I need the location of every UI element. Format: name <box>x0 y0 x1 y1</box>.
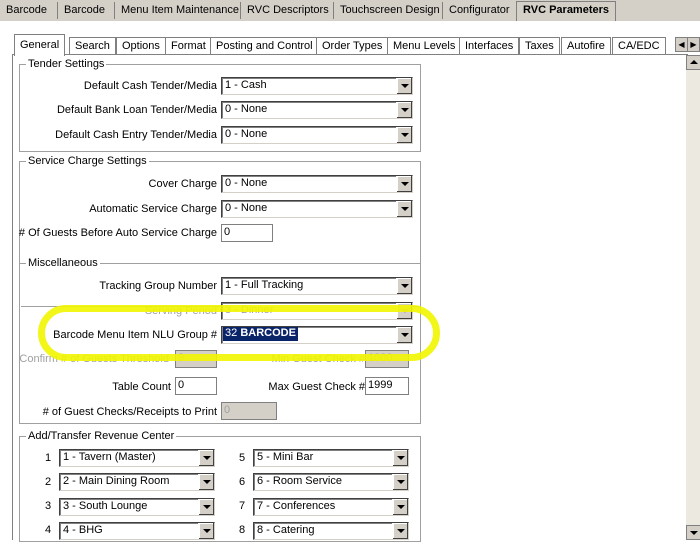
rvc-select-1[interactable]: 1 - Tavern (Master) <box>59 449 215 467</box>
rvc-value-1: 1 - Tavern (Master) <box>63 451 156 463</box>
top-tab-configurator[interactable]: Configurator <box>442 2 516 19</box>
top-tab-barcode-2[interactable]: Barcode <box>57 2 111 19</box>
guests-before-value: 0 <box>224 226 231 238</box>
rvc-select-8[interactable]: 8 - Catering <box>253 522 409 540</box>
rvc-num-2: 2 <box>45 476 52 488</box>
auto-service-value: 0 - None <box>225 202 268 214</box>
tab-ca-edc[interactable]: CA/EDC <box>612 37 666 55</box>
dropdown-arrow-icon[interactable] <box>396 176 412 192</box>
top-tab-barcode-1[interactable]: Barcode <box>0 2 53 19</box>
dropdown-arrow-icon[interactable] <box>396 78 412 94</box>
tab-interfaces[interactable]: Interfaces <box>459 37 520 55</box>
rvc-value-8: 8 - Catering <box>257 524 315 536</box>
cover-charge-value: 0 - None <box>225 177 268 189</box>
table-count-value: 0 <box>178 379 185 391</box>
tab-general[interactable]: General <box>14 34 66 56</box>
vertical-scrollbar[interactable] <box>686 55 700 540</box>
tracking-group-select[interactable]: 1 - Full Tracking <box>221 277 413 295</box>
tab-posting-and-control[interactable]: Posting and Control <box>210 37 319 55</box>
tender-settings-legend: Tender Settings <box>28 58 105 70</box>
cover-charge-label: Cover Charge <box>148 178 217 190</box>
receipts-value: 0 <box>224 404 231 416</box>
max-check-value: 1999 <box>368 379 393 391</box>
table-count-label: Table Count <box>112 381 171 393</box>
sub-tab-bar: General Search Options Format Posting an… <box>0 21 700 56</box>
cash-entry-value: 0 - None <box>225 128 268 140</box>
cash-entry-select[interactable]: 0 - None <box>221 126 413 144</box>
dropdown-arrow-icon[interactable] <box>392 523 408 539</box>
rvc-num-5: 5 <box>239 452 246 464</box>
transfer-legend: Add/Transfer Revenue Center <box>28 430 175 442</box>
rvc-value-3: 3 - South Lounge <box>63 500 148 512</box>
rvc-value-7: 7 - Conferences <box>257 500 336 512</box>
scroll-down-icon[interactable] <box>686 525 700 540</box>
rvc-value-4: 4 - BHG <box>63 524 103 536</box>
table-count-input[interactable]: 0 <box>175 377 217 395</box>
top-tab-rvc-descriptors[interactable]: RVC Descriptors <box>240 2 335 19</box>
tab-autofire[interactable]: Autofire <box>561 37 611 55</box>
miscellaneous-legend: Miscellaneous <box>28 257 98 269</box>
rvc-num-4: 4 <box>45 524 52 536</box>
tab-search[interactable]: Search <box>69 37 116 55</box>
top-tab-bar: Barcode Barcode Menu Item Maintenance RV… <box>0 0 700 22</box>
tab-format[interactable]: Format <box>165 37 212 55</box>
rvc-select-2[interactable]: 2 - Main Dining Room <box>59 473 215 491</box>
dropdown-arrow-icon[interactable] <box>198 450 214 466</box>
highlight-annotation <box>38 305 440 361</box>
dropdown-arrow-icon[interactable] <box>396 127 412 143</box>
auto-service-label: Automatic Service Charge <box>89 203 217 215</box>
default-cash-select[interactable]: 1 - Cash <box>221 77 413 95</box>
service-charge-legend: Service Charge Settings <box>28 155 147 167</box>
guests-before-label: # Of Guests Before Auto Service Charge <box>18 227 217 239</box>
rvc-select-5[interactable]: 5 - Mini Bar <box>253 449 409 467</box>
max-check-input[interactable]: 1999 <box>365 377 409 395</box>
default-cash-value: 1 - Cash <box>225 79 267 91</box>
top-tab-menu-item-maintenance[interactable]: Menu Item Maintenance <box>114 2 245 19</box>
dropdown-arrow-icon[interactable] <box>396 102 412 118</box>
bank-loan-label: Default Bank Loan Tender/Media <box>56 104 217 116</box>
tab-options[interactable]: Options <box>116 37 166 55</box>
dropdown-arrow-icon[interactable] <box>396 201 412 217</box>
rvc-select-4[interactable]: 4 - BHG <box>59 522 215 540</box>
dropdown-arrow-icon[interactable] <box>396 278 412 294</box>
tracking-group-value: 1 - Full Tracking <box>225 279 304 291</box>
rvc-select-6[interactable]: 6 - Room Service <box>253 473 409 491</box>
receipts-input: 0 <box>221 402 277 420</box>
tab-scroll-right-icon[interactable]: ▶ <box>687 37 700 52</box>
rvc-value-6: 6 - Room Service <box>257 475 342 487</box>
top-tab-touchscreen-design[interactable]: Touchscreen Design <box>333 2 446 19</box>
rvc-num-6: 6 <box>239 476 246 488</box>
dropdown-arrow-icon[interactable] <box>198 523 214 539</box>
cash-entry-label: Default Cash Entry Tender/Media <box>55 129 217 141</box>
dropdown-arrow-icon[interactable] <box>392 450 408 466</box>
rvc-num-1: 1 <box>45 452 52 464</box>
dropdown-arrow-icon[interactable] <box>392 474 408 490</box>
tracking-group-label: Tracking Group Number <box>99 280 217 292</box>
guests-before-input[interactable]: 0 <box>221 224 273 242</box>
default-cash-label: Default Cash Tender/Media <box>83 80 217 92</box>
dropdown-arrow-icon[interactable] <box>198 474 214 490</box>
tab-menu-levels[interactable]: Menu Levels <box>387 37 462 55</box>
rvc-num-3: 3 <box>45 500 52 512</box>
tab-order-types[interactable]: Order Types <box>316 37 389 55</box>
max-check-label: Max Guest Check # <box>268 381 365 393</box>
rvc-num-7: 7 <box>239 500 246 512</box>
auto-service-select[interactable]: 0 - None <box>221 200 413 218</box>
general-panel: Tender Settings Default Cash Tender/Medi… <box>12 55 689 542</box>
receipts-label: # of Guest Checks/Receipts to Print <box>42 406 217 418</box>
rvc-value-5: 5 - Mini Bar <box>257 451 314 463</box>
rvc-value-2: 2 - Main Dining Room <box>63 475 170 487</box>
dropdown-arrow-icon[interactable] <box>198 499 214 515</box>
cover-charge-select[interactable]: 0 - None <box>221 175 413 193</box>
scroll-up-icon[interactable] <box>686 55 700 70</box>
tab-taxes[interactable]: Taxes <box>519 37 560 55</box>
bank-loan-select[interactable]: 0 - None <box>221 101 413 119</box>
rvc-num-8: 8 <box>239 524 246 536</box>
rvc-select-3[interactable]: 3 - South Lounge <box>59 498 215 516</box>
top-tab-rvc-parameters[interactable]: RVC Parameters <box>516 1 617 21</box>
rvc-select-7[interactable]: 7 - Conferences <box>253 498 409 516</box>
dropdown-arrow-icon[interactable] <box>392 499 408 515</box>
bank-loan-value: 0 - None <box>225 103 268 115</box>
